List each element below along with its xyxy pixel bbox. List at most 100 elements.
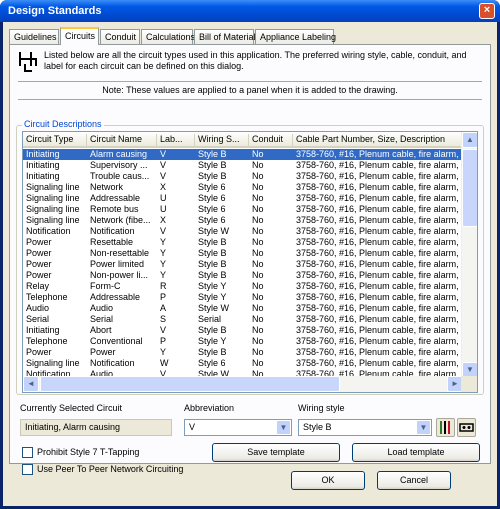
abbreviation-select[interactable]: V ▼ — [184, 419, 292, 436]
column-header-wiring-style[interactable]: Wiring S... — [195, 134, 249, 147]
tab-conduit[interactable]: Conduit — [100, 29, 140, 44]
table-row[interactable]: Power Non-power li... Y Style B No 3758-760, … — [23, 270, 463, 281]
table-row[interactable]: Initiating Trouble caus... V Style B No 3758-… — [23, 171, 463, 182]
cell-wiring-style: Style W — [198, 303, 230, 313]
horizontal-scrollbar[interactable]: ◄ ► — [23, 376, 463, 392]
cell-label: V — [160, 325, 167, 335]
table-row[interactable]: Initiating Supervisory ... V Style B No 3758-… — [23, 160, 463, 171]
cell-label: Y — [160, 347, 167, 357]
save-template-button[interactable]: Save template — [212, 443, 340, 462]
tab-circuits[interactable]: Circuits — [60, 27, 99, 45]
table-row[interactable]: Telephone Conventional P Style Y No 3758-760,… — [23, 336, 463, 347]
cell-circuit-name: Non-resettable — [90, 248, 150, 258]
cell-label: P — [160, 292, 167, 302]
vertical-scrollbar[interactable]: ▲ ▼ — [461, 132, 477, 378]
table-row[interactable]: Power Power Y Style B No 3758-760, #16, Plenu… — [23, 347, 463, 358]
cell-label: Y — [160, 248, 167, 258]
horizontal-scroll-thumb[interactable] — [40, 376, 340, 392]
table-row[interactable]: Power Resettable Y Style B No 3758-760, #16, … — [23, 237, 463, 248]
tab-guidelines[interactable]: Guidelines — [9, 29, 59, 44]
table-row[interactable]: Signaling line Network (fibe... X Style 6 No… — [23, 215, 463, 226]
table-row[interactable]: Initiating Abort V Style B No 3758-760, #16, … — [23, 325, 463, 336]
column-header-circuit-type[interactable]: Circuit Type — [23, 134, 87, 147]
wiring-style-value: Style B — [303, 422, 332, 432]
tab-bill-of-material[interactable]: Bill of Material — [194, 29, 256, 44]
table-row[interactable]: Serial Serial S Serial No 3758-760, #16, Plen… — [23, 314, 463, 325]
cell-cable: 3758-760, #16, Plenum cable, fire alarm,… — [296, 347, 463, 357]
scroll-up-icon[interactable]: ▲ — [462, 132, 477, 148]
peer-to-peer-checkbox[interactable] — [22, 464, 33, 475]
wiring-symbol-icon — [19, 52, 37, 72]
column-header-cable[interactable]: Cable Part Number, Size, Description — [293, 134, 463, 147]
cancel-button[interactable]: Cancel — [377, 471, 451, 490]
table-row[interactable]: Signaling line Network X Style 6 No 3758-760,… — [23, 182, 463, 193]
table-row[interactable]: Initiating Alarm causing V Style B No 3758-76… — [23, 149, 463, 160]
cell-circuit-type: Power — [26, 248, 52, 258]
cell-circuit-type: Notification — [26, 226, 71, 236]
intro-text: Listed below are all the circuit types u… — [44, 50, 467, 71]
table-row[interactable]: Audio Audio A Style W No 3758-760, #16, Plenu… — [23, 303, 463, 314]
column-header-label[interactable]: Lab... — [157, 134, 195, 147]
cell-wiring-style: Style Y — [198, 292, 227, 302]
cell-circuit-name: Conventional — [90, 336, 143, 346]
cell-conduit: No — [252, 347, 264, 357]
wiring-style-select[interactable]: Style B ▼ — [298, 419, 432, 436]
cell-circuit-name: Network — [90, 182, 124, 192]
prohibit-t-tapping-checkbox[interactable] — [22, 447, 33, 458]
cell-conduit: No — [252, 292, 264, 302]
cell-circuit-name: Power limited — [90, 259, 145, 269]
ok-button[interactable]: OK — [291, 471, 365, 490]
scroll-left-icon[interactable]: ◄ — [23, 376, 39, 392]
table-row[interactable]: Signaling line Addressable U Style 6 No 3758-… — [23, 193, 463, 204]
cell-conduit: No — [252, 303, 264, 313]
cell-circuit-type: Power — [26, 270, 52, 280]
column-header-conduit[interactable]: Conduit — [249, 134, 293, 147]
cell-circuit-name: Network (fibe... — [90, 215, 151, 225]
wiring-diagram-icon — [440, 421, 450, 434]
cell-wiring-style: Style B — [198, 248, 227, 258]
close-button[interactable]: × — [479, 3, 495, 19]
cell-label: Y — [160, 237, 167, 247]
column-header-circuit-name[interactable]: Circuit Name — [87, 134, 157, 147]
cell-circuit-type: Power — [26, 237, 52, 247]
current-circuit-field: Initiating, Alarm causing — [20, 419, 172, 436]
load-template-button[interactable]: Load template — [352, 443, 480, 462]
cell-circuit-type: Signaling line — [26, 358, 80, 368]
table-row[interactable]: Power Non-resettable Y Style B No 3758-760, #… — [23, 248, 463, 259]
conduit-view-button[interactable] — [457, 418, 476, 437]
cell-label: V — [160, 160, 167, 170]
cell-cable: 3758-760, #16, Plenum cable, fire alarm,… — [296, 160, 463, 170]
cell-circuit-type: Initiating — [26, 160, 60, 170]
chevron-down-icon[interactable]: ▼ — [416, 420, 431, 435]
cell-circuit-name: Abort — [90, 325, 112, 335]
cell-circuit-name: Alarm causing — [90, 149, 148, 159]
table-row[interactable]: Notification Notification V Style W No 3758-7… — [23, 226, 463, 237]
cell-wiring-style: Style B — [198, 171, 227, 181]
tab-calculations[interactable]: Calculations — [141, 29, 195, 44]
vertical-scroll-thumb[interactable] — [462, 149, 477, 227]
peer-to-peer-label[interactable]: Use Peer To Peer Network Circuiting — [37, 464, 183, 474]
title-bar[interactable]: Design Standards × — [0, 0, 500, 22]
cell-cable: 3758-760, #16, Plenum cable, fire alarm,… — [296, 314, 463, 324]
table-row[interactable]: Signaling line Remote bus U Style 6 No 3758-7… — [23, 204, 463, 215]
cell-cable: 3758-760, #16, Plenum cable, fire alarm,… — [296, 204, 463, 214]
cell-label: V — [160, 171, 167, 181]
cell-circuit-name: Audio — [90, 303, 114, 313]
table-row[interactable]: Signaling line Notification W Style 6 No 3758… — [23, 358, 463, 369]
tab-appliance-labeling[interactable]: Appliance Labeling — [255, 29, 336, 44]
table-row[interactable]: Relay Form-C R Style Y No 3758-760, #16, Plen… — [23, 281, 463, 292]
prohibit-t-tapping-label[interactable]: Prohibit Style 7 T-Tapping — [37, 447, 139, 457]
cell-circuit-type: Initiating — [26, 325, 60, 335]
cell-wiring-style: Style 6 — [198, 182, 226, 192]
cell-wiring-style: Style 6 — [198, 215, 226, 225]
cell-circuit-name: Addressable — [90, 193, 141, 203]
cell-wiring-style: Style B — [198, 149, 227, 159]
circuit-list[interactable]: Circuit Type Circuit Name Lab... Wiring … — [22, 131, 478, 393]
wiring-diagram-button[interactable] — [436, 418, 455, 437]
table-row[interactable]: Telephone Addressable P Style Y No 3758-760, … — [23, 292, 463, 303]
cell-circuit-type: Signaling line — [26, 215, 80, 225]
window-title: Design Standards — [8, 5, 102, 17]
cell-wiring-style: Style B — [198, 270, 227, 280]
table-row[interactable]: Power Power limited Y Style B No 3758-760, #1… — [23, 259, 463, 270]
chevron-down-icon[interactable]: ▼ — [276, 420, 291, 435]
